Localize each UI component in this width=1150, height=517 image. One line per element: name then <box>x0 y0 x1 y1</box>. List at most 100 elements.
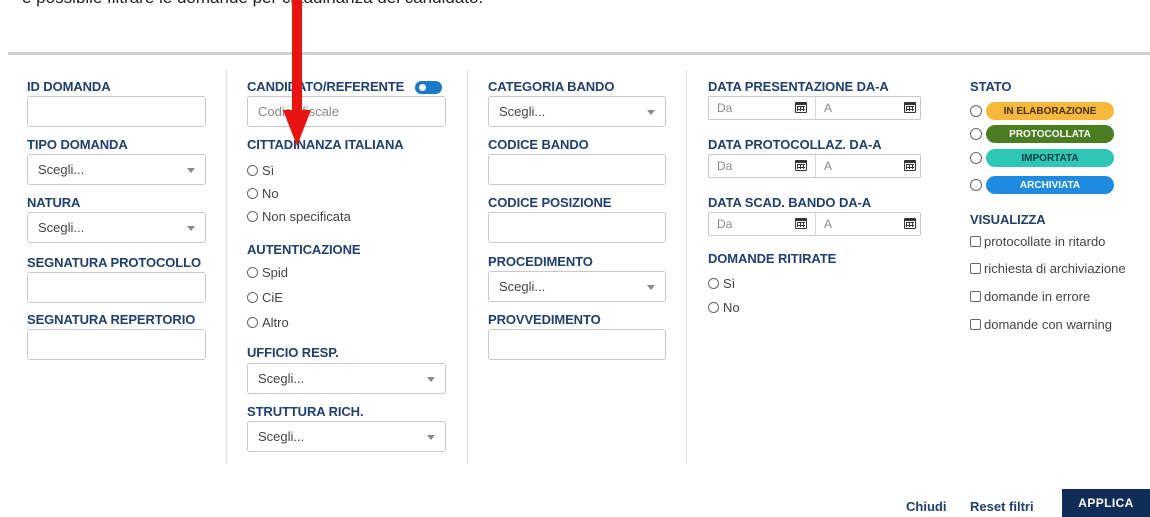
autenticazione-radio-spid[interactable]: Spid <box>247 265 288 280</box>
struttura-rich-select[interactable]: Scegli... <box>247 421 446 452</box>
radio-circle <box>247 292 258 303</box>
id-domanda-input[interactable] <box>27 96 206 127</box>
visualizza-domande-in-errore[interactable]: domande in errore <box>970 289 1090 304</box>
calendar-icon[interactable] <box>795 102 807 113</box>
stato-option-archiviata[interactable]: ARCHIVIATA <box>970 176 1114 194</box>
chevron-down-icon <box>427 377 435 382</box>
candidato-label: CANDIDATO/REFERENTE <box>247 79 405 94</box>
segnatura-protocollo-input[interactable] <box>27 272 206 303</box>
domande-ritirate-label: DOMANDE RITIRATE <box>708 251 837 266</box>
chevron-down-icon <box>427 435 435 440</box>
caption-text: è possibile filtrare le domande per citt… <box>22 0 483 8</box>
codice-posizione-input[interactable] <box>488 212 666 243</box>
column-divider <box>226 70 227 464</box>
apply-button[interactable]: APPLICA <box>1062 489 1150 517</box>
date-divider <box>815 155 816 177</box>
checkbox-square <box>970 263 981 274</box>
tipo-domanda-select[interactable]: Scegli... <box>27 154 206 185</box>
natura-label: NATURA <box>27 195 81 210</box>
close-button[interactable]: Chiudi <box>906 499 946 514</box>
autenticazione-radio-cie[interactable]: CiE <box>247 290 283 305</box>
data-scadenza-range: Da A <box>708 212 921 236</box>
reset-filters-button[interactable]: Reset filtri <box>970 499 1034 514</box>
procedimento-select[interactable]: Scegli... <box>488 271 666 302</box>
filter-panel: ID DOMANDA TIPO DOMANDA Scegli... NATURA… <box>8 58 1150 464</box>
radio-label: Altro <box>262 315 289 330</box>
data-protocollazione-range: Da A <box>708 154 921 178</box>
provvedimento-input[interactable] <box>488 329 666 360</box>
checkbox-label: domande in errore <box>984 289 1091 304</box>
codice-fiscale-input[interactable]: Codice fiscale <box>247 96 446 127</box>
visualizza-richiesta-archiviazione[interactable]: richiesta di archiviazione <box>970 261 1126 276</box>
segnatura-repertorio-input[interactable] <box>27 329 206 360</box>
visualizza-protocollate-in-ritardo[interactable]: protocollate in ritardo <box>970 234 1105 249</box>
to-date-placeholder[interactable]: A <box>824 217 832 231</box>
status-badge: ARCHIVIATA <box>986 176 1114 194</box>
segnatura-repertorio-label: SEGNATURA REPERTORIO <box>27 312 196 327</box>
checkbox-square <box>970 236 981 247</box>
ritirate-radio-no[interactable]: No <box>708 300 740 315</box>
radio-label: Sì <box>262 163 275 178</box>
to-date-placeholder[interactable]: A <box>824 101 832 115</box>
codice-posizione-label: CODICE POSIZIONE <box>488 195 612 210</box>
column-divider <box>467 70 468 464</box>
calendar-icon[interactable] <box>904 218 916 229</box>
codice-bando-input[interactable] <box>488 154 666 185</box>
procedimento-label: PROCEDIMENTO <box>488 254 593 269</box>
radio-label: Sì <box>723 276 736 291</box>
toggle-knob <box>419 84 426 91</box>
top-divider <box>8 52 1150 55</box>
date-divider <box>815 213 816 235</box>
arrow-shaft <box>292 0 302 112</box>
categoria-bando-label: CATEGORIA BANDO <box>488 79 615 94</box>
status-badge: IMPORTATA <box>986 149 1114 167</box>
radio-circle <box>247 165 258 176</box>
struttura-rich-value: Scegli... <box>258 429 305 444</box>
radio-circle <box>970 128 982 140</box>
radio-circle <box>247 211 258 222</box>
candidato-toggle[interactable] <box>415 81 442 94</box>
data-presentazione-label: DATA PRESENTAZIONE DA-A <box>708 79 889 94</box>
calendar-icon[interactable] <box>795 218 807 229</box>
visualizza-domande-con-warning[interactable]: domande con warning <box>970 317 1112 332</box>
radio-label: CiE <box>262 290 283 305</box>
calendar-icon[interactable] <box>795 160 807 171</box>
date-divider <box>815 97 816 119</box>
column-divider <box>686 70 687 464</box>
categoria-bando-select[interactable]: Scegli... <box>488 96 666 127</box>
codice-bando-label: CODICE BANDO <box>488 137 589 152</box>
radio-label: No <box>723 300 740 315</box>
natura-select[interactable]: Scegli... <box>27 212 206 243</box>
chevron-down-icon <box>647 285 655 290</box>
provvedimento-label: PROVVEDIMENTO <box>488 312 601 327</box>
radio-circle <box>970 152 982 164</box>
data-presentazione-range: Da A <box>708 96 921 120</box>
calendar-icon[interactable] <box>904 160 916 171</box>
stato-option-in-elaborazione[interactable]: IN ELABORAZIONE <box>970 102 1114 120</box>
cittadinanza-label: CITTADINANZA ITALIANA <box>247 137 404 152</box>
ufficio-resp-select[interactable]: Scegli... <box>247 363 446 394</box>
stato-option-importata[interactable]: IMPORTATA <box>970 149 1114 167</box>
cittadinanza-radio-no[interactable]: No <box>247 186 279 201</box>
from-date-placeholder[interactable]: Da <box>717 159 732 173</box>
from-date-placeholder[interactable]: Da <box>717 101 732 115</box>
stato-option-protocollata[interactable]: PROTOCOLLATA <box>970 125 1114 143</box>
cittadinanza-radio-si[interactable]: Sì <box>247 163 274 178</box>
data-protocollazione-label: DATA PROTOCOLLAZ. DA-A <box>708 137 882 152</box>
from-date-placeholder[interactable]: Da <box>717 217 732 231</box>
chevron-down-icon <box>187 226 195 231</box>
checkbox-label: domande con warning <box>984 317 1112 332</box>
radio-circle <box>970 105 982 117</box>
calendar-icon[interactable] <box>904 102 916 113</box>
id-domanda-label: ID DOMANDA <box>27 79 111 94</box>
checkbox-square <box>970 319 981 330</box>
to-date-placeholder[interactable]: A <box>824 159 832 173</box>
autenticazione-label: AUTENTICAZIONE <box>247 242 361 257</box>
ritirate-radio-si[interactable]: Sì <box>708 276 735 291</box>
visualizza-label: VISUALIZZA <box>970 212 1046 227</box>
radio-circle <box>247 267 258 278</box>
cittadinanza-radio-non-specificata[interactable]: Non specificata <box>247 209 351 224</box>
checkbox-label: protocollate in ritardo <box>984 234 1106 249</box>
autenticazione-radio-altro[interactable]: Altro <box>247 315 289 330</box>
checkbox-label: richiesta di archiviazione <box>984 261 1126 276</box>
